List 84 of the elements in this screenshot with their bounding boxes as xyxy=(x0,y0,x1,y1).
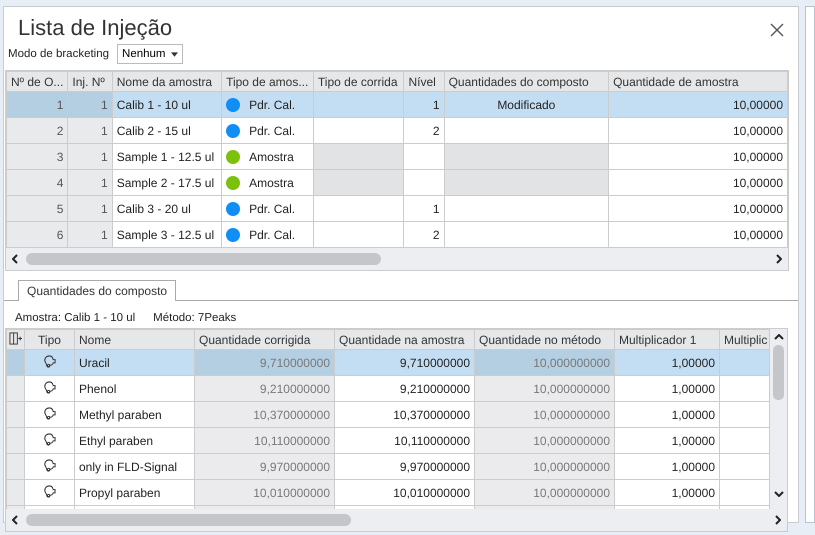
table-cell: 10,00000 xyxy=(608,170,788,196)
table-cell: 9,210000000 xyxy=(194,376,334,402)
table-cell: 5 xyxy=(6,196,68,222)
table-cell: Uracil xyxy=(74,350,194,376)
table-cell: 10,000000000 xyxy=(474,428,614,454)
table-cell: 1,00000 xyxy=(614,402,720,428)
column-header[interactable]: Quantidade de amostra xyxy=(608,72,788,92)
table-cell: 1 xyxy=(68,118,112,144)
sample-type: Pdr. Cal. xyxy=(249,124,296,138)
sample-type: Pdr. Cal. xyxy=(249,98,296,112)
table-cell: 1 xyxy=(6,92,68,118)
level-value: 1 xyxy=(432,202,440,216)
column-header[interactable]: Multiplic xyxy=(720,330,770,350)
column-header[interactable]: Nome da amostra xyxy=(112,72,222,92)
table-cell: 9,970000000 xyxy=(194,454,334,480)
sample-type: Amostra xyxy=(249,150,294,164)
column-header[interactable]: Inj. Nº xyxy=(68,72,112,92)
table-cell: Propyl paraben xyxy=(74,480,194,506)
column-header[interactable]: Nome xyxy=(74,330,194,350)
table-cell: 10,000000000 xyxy=(474,480,614,506)
table-cell: 6 xyxy=(6,222,68,248)
column-header[interactable]: Quantidade no método xyxy=(474,330,614,350)
column-header[interactable]: Nível xyxy=(404,72,444,92)
column-header[interactable]: Quantidades do composto xyxy=(444,72,609,92)
sample-type: Pdr. Cal. xyxy=(249,228,296,242)
table-cell: 9,970000000 xyxy=(334,454,474,480)
column-header[interactable]: Tipo de corrida xyxy=(313,72,404,92)
table-cell: 1 xyxy=(68,144,112,170)
column-header[interactable]: Tipo de amos... xyxy=(222,72,314,92)
table-cell: Sample 2 - 17.5 ul xyxy=(112,170,222,196)
table-cell: 9,710000000 xyxy=(334,350,474,376)
table-cell: 10,00000 xyxy=(608,196,788,222)
table-cell: 10,110000000 xyxy=(334,428,474,454)
table-cell: Calib 3 - 20 ul xyxy=(112,196,222,222)
table-cell: 10,000000000 xyxy=(474,402,614,428)
table-cell: 4 xyxy=(6,170,68,196)
level-value: 2 xyxy=(432,228,440,242)
table-cell: 9,710000000 xyxy=(194,350,334,376)
bracketing-dropdown[interactable]: Nenhum xyxy=(117,44,184,64)
column-header[interactable]: Multiplicador 1 xyxy=(614,330,720,350)
table-cell: Phenol xyxy=(74,376,194,402)
table-cell: Methyl paraben xyxy=(74,402,194,428)
table-cell: Calib 1 - 10 ul xyxy=(112,92,222,118)
table-cell: Calib 2 - 15 ul xyxy=(112,118,222,144)
table-cell: only in FLD-Signal xyxy=(74,454,194,480)
window-title: Lista de Injeção xyxy=(18,15,172,41)
table-cell: 3 xyxy=(6,144,68,170)
table-cell: Ethyl paraben xyxy=(74,428,194,454)
table-cell: 1,00000 xyxy=(614,376,720,402)
table-cell: 10,370000000 xyxy=(194,402,334,428)
table-cell: 10,000000000 xyxy=(474,454,614,480)
table-cell: 10,010000000 xyxy=(194,480,334,506)
table-cell: 10,110000000 xyxy=(194,428,334,454)
table-cell: 10,370000000 xyxy=(334,402,474,428)
table-cell: 1,00000 xyxy=(614,454,720,480)
table-cell: 1,00000 xyxy=(614,350,720,376)
table-cell: 1 xyxy=(68,222,112,248)
table-cell: 10,00000 xyxy=(608,118,788,144)
table-cell: Sample 1 - 12.5 ul xyxy=(112,144,222,170)
table-cell: 1 xyxy=(68,196,112,222)
table-cell: 2 xyxy=(6,118,68,144)
table-cell: 10,000000000 xyxy=(474,350,614,376)
column-header[interactable]: Nº de O... xyxy=(6,72,68,92)
column-header[interactable]: Quantidade na amostra xyxy=(334,330,474,350)
table-cell: 1,00000 xyxy=(614,480,720,506)
table-cell: 10,010000000 xyxy=(334,480,474,506)
tab[interactable]: Quantidades do composto xyxy=(18,280,176,301)
column-header[interactable]: Quantidade corrigida xyxy=(194,330,334,350)
sample-type: Amostra xyxy=(249,176,294,190)
table-cell: 1 xyxy=(68,92,112,118)
sample-info: Amostra: Calib 1 - 10 ul xyxy=(15,312,136,324)
method-info: Método: 7Peaks xyxy=(153,312,236,324)
sample-type: Pdr. Cal. xyxy=(249,202,296,216)
table-cell: 1,00000 xyxy=(614,428,720,454)
table-cell: 10,000000000 xyxy=(474,376,614,402)
table-cell: 10,00000 xyxy=(608,92,788,118)
table-cell: 1 xyxy=(68,170,112,196)
table-cell: 9,210000000 xyxy=(334,376,474,402)
level-value: 1 xyxy=(432,98,440,112)
compound-status: Modificado xyxy=(497,98,556,112)
bracketing-label: Modo de bracketing xyxy=(8,48,110,60)
column-header[interactable]: Tipo xyxy=(24,330,74,350)
level-value: 2 xyxy=(432,124,440,138)
table-cell: 10,00000 xyxy=(608,144,788,170)
